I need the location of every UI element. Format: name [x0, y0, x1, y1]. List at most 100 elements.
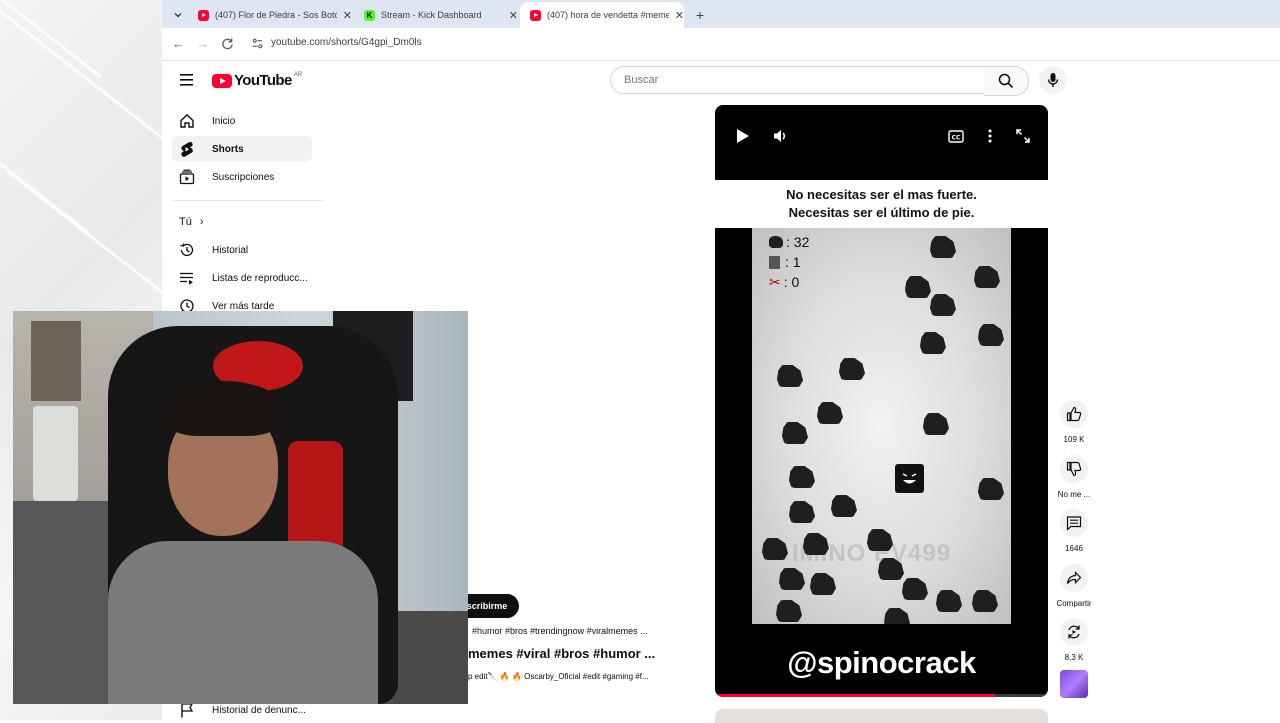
site-info-icon[interactable]: [251, 37, 264, 50]
more-options-button[interactable]: [979, 125, 1001, 147]
new-tab-button[interactable]: +: [690, 2, 710, 28]
hamburger-menu-icon[interactable]: [179, 73, 195, 87]
voice-search-button[interactable]: [1039, 66, 1067, 94]
share-button[interactable]: [1060, 564, 1088, 592]
rock: [789, 501, 815, 523]
rock: [930, 236, 956, 258]
back-arrow-icon[interactable]: ←: [172, 36, 185, 51]
svg-text:CC: CC: [952, 134, 961, 141]
video-progress-fill: [715, 694, 995, 697]
video-tags[interactable]: #humor #bros #trendingnow #viralmemes ..…: [472, 626, 648, 636]
like-button[interactable]: [1060, 400, 1088, 428]
webcam-streamer-shirt: [108, 541, 378, 704]
paper-count: : 1: [785, 254, 801, 270]
rock: [923, 413, 949, 435]
url-text[interactable]: youtube.com/shorts/G4gpi_Dm0ls: [271, 37, 422, 48]
browser-tab-kick-dashboard[interactable]: K Stream - Kick Dashboard ✕: [354, 2, 518, 28]
closed-captions-icon: CC: [948, 129, 964, 143]
scissors-icon: ✂: [769, 274, 781, 290]
share-icon: [1066, 571, 1082, 584]
search-input[interactable]: [622, 73, 966, 87]
sidebar-item-label: Ver más tarde: [212, 300, 275, 312]
rock: [884, 608, 910, 624]
dislike-action[interactable]: No me ...: [1052, 455, 1096, 499]
kick-favicon-icon: K: [364, 9, 375, 21]
youtube-logo[interactable]: YouTube AR: [212, 72, 302, 89]
subscriptions-icon: [178, 168, 196, 186]
sidebar-item-label: Inicio: [212, 115, 236, 127]
comment-count: 1646: [1065, 544, 1083, 553]
sidebar-item-inicio[interactable]: Inicio: [172, 108, 312, 134]
next-short-preview[interactable]: [715, 709, 1048, 723]
rock-count: : 32: [786, 234, 810, 250]
music-info[interactable]: p edit🔪 🔥 🔥 Oscarby_Oficial #edit #gamin…: [468, 672, 649, 681]
sidebar-item-historial[interactable]: Historial: [172, 237, 312, 263]
close-tab-icon[interactable]: ✕: [509, 9, 518, 22]
browser-tab-bar: (407) Flor de Piedra - Sos Botón ✕ K Str…: [162, 0, 1280, 28]
sidebar-item-suscripciones[interactable]: Suscripciones: [172, 164, 312, 190]
webcam-streamer-hair: [163, 381, 283, 436]
video-caption-box: No necesitas ser el mas fuerte. Necesita…: [715, 180, 1048, 228]
like-action[interactable]: 109 K: [1052, 400, 1096, 444]
rock: [810, 573, 836, 595]
comment-action[interactable]: 1646: [1052, 509, 1096, 553]
sidebar-you-header[interactable]: Tú ›: [172, 209, 312, 235]
play-button[interactable]: [732, 125, 754, 147]
sidebar-item-shorts[interactable]: Shorts: [172, 136, 312, 162]
search-button[interactable]: [984, 66, 1029, 96]
short-video-player[interactable]: CC No necesitas ser el mas fuerte. Neces…: [715, 105, 1048, 697]
plus-icon: +: [695, 7, 705, 23]
rock: [902, 578, 928, 600]
reload-icon[interactable]: [221, 37, 234, 50]
rock: [936, 590, 962, 612]
forward-arrow-icon[interactable]: →: [196, 36, 209, 51]
remix-button[interactable]: [1060, 618, 1088, 646]
play-icon: [737, 129, 749, 143]
game-area: : 32 : 1 ✂ : 0 IMINO EV499: [752, 228, 1011, 624]
tab-title: (407) Flor de Piedra - Sos Botón: [215, 10, 337, 20]
like-count: 109 K: [1063, 435, 1085, 444]
close-tab-icon[interactable]: ✕: [343, 9, 352, 22]
like-icon: [1066, 406, 1082, 422]
share-label: Compartir: [1056, 599, 1092, 608]
browser-tab-flor-de-piedra[interactable]: (407) Flor de Piedra - Sos Botón ✕: [188, 2, 352, 28]
caption-line-1: No necesitas ser el mas fuerte.: [786, 187, 977, 202]
chevron-down-icon: [174, 12, 182, 18]
youtube-favicon-icon: [530, 9, 541, 21]
comment-button[interactable]: [1060, 509, 1088, 537]
you-header-label: Tú: [179, 216, 192, 228]
sidebar-item-label: Shorts: [212, 143, 244, 155]
rock: [779, 568, 805, 590]
search-box[interactable]: [610, 66, 986, 94]
sidebar-item-label: Historial: [212, 244, 249, 256]
expand-icon: [1016, 129, 1030, 143]
remix-action[interactable]: 8,3 K: [1052, 618, 1096, 662]
fullscreen-button[interactable]: [1012, 125, 1034, 147]
search-icon: [998, 73, 1014, 89]
channel-avatar[interactable]: [1060, 670, 1088, 698]
rock: [789, 466, 815, 488]
captions-button[interactable]: CC: [945, 125, 967, 147]
browser-tab-hora-de-vendetta[interactable]: (407) hora de vendetta #memes ✕: [520, 2, 684, 28]
sidebar-item-label: Suscripciones: [212, 171, 275, 183]
channel-handle-overlay: @spinocrack: [787, 645, 976, 680]
dislike-button[interactable]: [1060, 455, 1088, 483]
paper-counter: : 1: [769, 254, 801, 270]
video-title[interactable]: memes #viral #bros #humor ...: [468, 646, 655, 661]
rock: [867, 529, 893, 551]
close-tab-icon[interactable]: ✕: [675, 9, 684, 22]
home-icon: [178, 112, 196, 130]
volume-button[interactable]: [770, 125, 792, 147]
rock: [920, 332, 946, 354]
rock: [974, 266, 1000, 288]
rock: [839, 358, 865, 380]
chevron-right-icon: ›: [199, 216, 204, 228]
shorts-icon: [178, 140, 196, 158]
sidebar-item-listas[interactable]: Listas de reproducc...: [172, 265, 312, 291]
video-progress-bar[interactable]: [715, 694, 1048, 697]
tab-search-dropdown[interactable]: [166, 2, 190, 28]
rock: [777, 365, 803, 387]
remix-count: 8,3 K: [1064, 653, 1084, 662]
rock: [782, 422, 808, 444]
share-action[interactable]: Compartir: [1052, 564, 1096, 608]
